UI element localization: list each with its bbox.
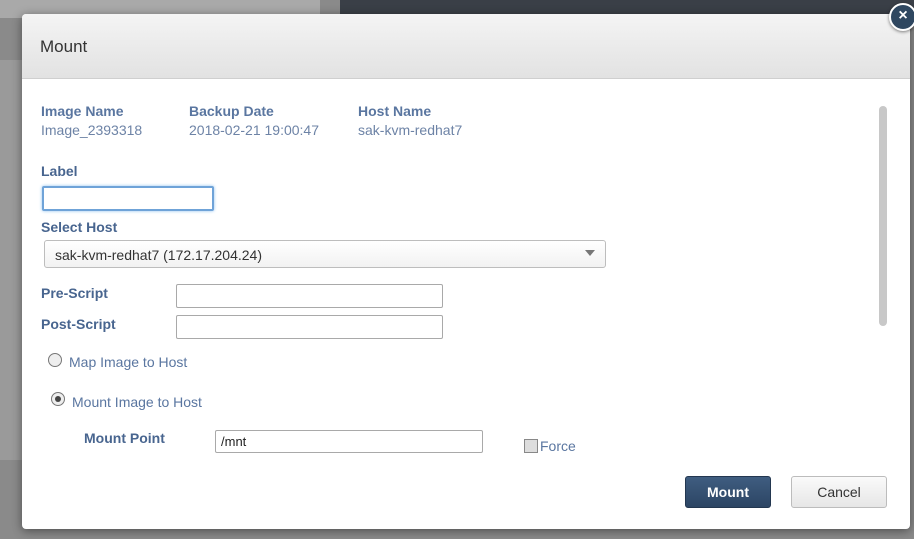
image-name-value: Image_2393318 <box>41 122 143 138</box>
backup-date-value: 2018-02-21 19:00:47 <box>189 122 319 138</box>
post-script-input[interactable] <box>176 315 443 339</box>
host-name-label: Host Name <box>358 103 432 119</box>
pre-script-input[interactable] <box>176 284 443 308</box>
close-icon[interactable]: × <box>889 3 914 31</box>
dialog-title: Mount <box>40 37 88 56</box>
dialog-scrollbar[interactable] <box>879 106 887 326</box>
chevron-down-icon <box>585 250 595 256</box>
mount-button[interactable]: Mount <box>685 476 771 508</box>
cancel-button[interactable]: Cancel <box>791 476 887 508</box>
backup-date-column: Backup Date 2018-02-21 19:00:47 <box>189 103 319 138</box>
pre-script-label: Pre-Script <box>41 285 108 301</box>
label-input[interactable] <box>42 186 214 211</box>
select-host-label: Select Host <box>41 219 118 235</box>
mount-point-label: Mount Point <box>84 430 165 446</box>
image-name-label: Image Name <box>41 103 124 119</box>
dialog-header: Mount <box>22 14 910 79</box>
mount-image-radio[interactable] <box>51 392 65 406</box>
label-field-label: Label <box>41 163 78 179</box>
post-script-label: Post-Script <box>41 316 116 332</box>
backup-date-label: Backup Date <box>189 103 274 119</box>
image-name-column: Image Name Image_2393318 <box>41 103 142 138</box>
force-checkbox[interactable] <box>524 439 538 453</box>
background-topbar <box>340 0 914 14</box>
force-label: Force <box>540 438 576 454</box>
mount-point-input[interactable] <box>215 430 483 453</box>
mount-dialog: Mount Image Name Image_2393318 Backup Da… <box>22 14 910 529</box>
map-image-label: Map Image to Host <box>69 354 188 370</box>
select-host-value: sak-kvm-redhat7 (172.17.204.24) <box>55 247 262 263</box>
map-image-radio[interactable] <box>48 353 62 367</box>
background-sidebar-fragment <box>0 60 22 460</box>
host-name-value: sak-kvm-redhat7 <box>358 122 463 138</box>
host-name-column: Host Name sak-kvm-redhat7 <box>358 103 462 138</box>
mount-image-label: Mount Image to Host <box>72 394 202 410</box>
select-host-dropdown[interactable]: sak-kvm-redhat7 (172.17.204.24) <box>44 240 606 268</box>
